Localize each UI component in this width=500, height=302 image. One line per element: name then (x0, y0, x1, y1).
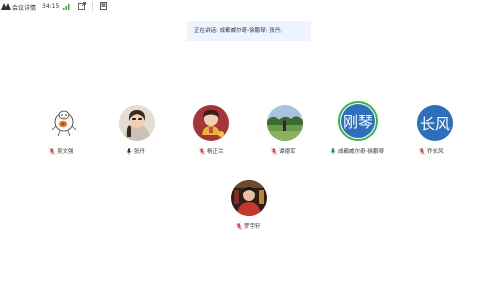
participant-name: 杨正兰 (207, 149, 224, 155)
participant-name-row: 杨正兰 (199, 147, 224, 155)
participant-name: 成都威尔奇-徐鹏琴 (338, 149, 384, 155)
top-toolbar: 会议详情 34:15 (0, 0, 500, 14)
avatar (119, 105, 155, 141)
meeting-timer: 34:15 (42, 3, 60, 10)
mic-muted-icon (49, 147, 55, 155)
avatar (46, 105, 82, 141)
avatar (267, 105, 303, 141)
participant-name: 吴文强 (57, 149, 74, 155)
participant-name: 张丹 (134, 149, 146, 155)
avatar (193, 105, 229, 141)
participant-name-row: 罗宇轩 (236, 222, 261, 230)
mic-muted-icon (236, 222, 242, 230)
mic-muted-icon (419, 147, 425, 155)
avatar: 刚琴 (341, 104, 375, 138)
avatar-initials: 长风 (419, 114, 450, 133)
participant-name-row: 张丹 (126, 147, 145, 155)
mic-muted-icon (271, 147, 277, 155)
toolbar-divider (92, 2, 93, 11)
speaking-indicator-banner: 正在讲话: 成都威尔奇-徐鹏琴; 张丹; (187, 21, 311, 41)
meeting-details-button[interactable]: 会议详情 (12, 3, 36, 12)
participant-name: 谭德军 (279, 149, 296, 155)
external-link-icon[interactable] (78, 2, 86, 10)
participant-name-row: 成都威尔奇-徐鹏琴 (330, 147, 384, 155)
avatar-initials: 刚琴 (342, 112, 373, 131)
mic-speaking-icon (330, 147, 336, 155)
avatar: 长风 (417, 105, 453, 141)
mic-active-icon (126, 147, 132, 155)
signal-strength-icon (63, 4, 70, 10)
participant-name-row: 乔长风 (419, 147, 444, 155)
participant-name: 乔长风 (427, 149, 444, 155)
notes-icon[interactable] (100, 2, 108, 10)
participant-name: 罗宇轩 (244, 224, 261, 230)
avatar (231, 180, 267, 216)
mic-muted-icon (199, 147, 205, 155)
participant-name-row: 谭德军 (271, 147, 296, 155)
participant-name-row: 吴文强 (49, 147, 74, 155)
app-logo-icon (1, 3, 11, 10)
